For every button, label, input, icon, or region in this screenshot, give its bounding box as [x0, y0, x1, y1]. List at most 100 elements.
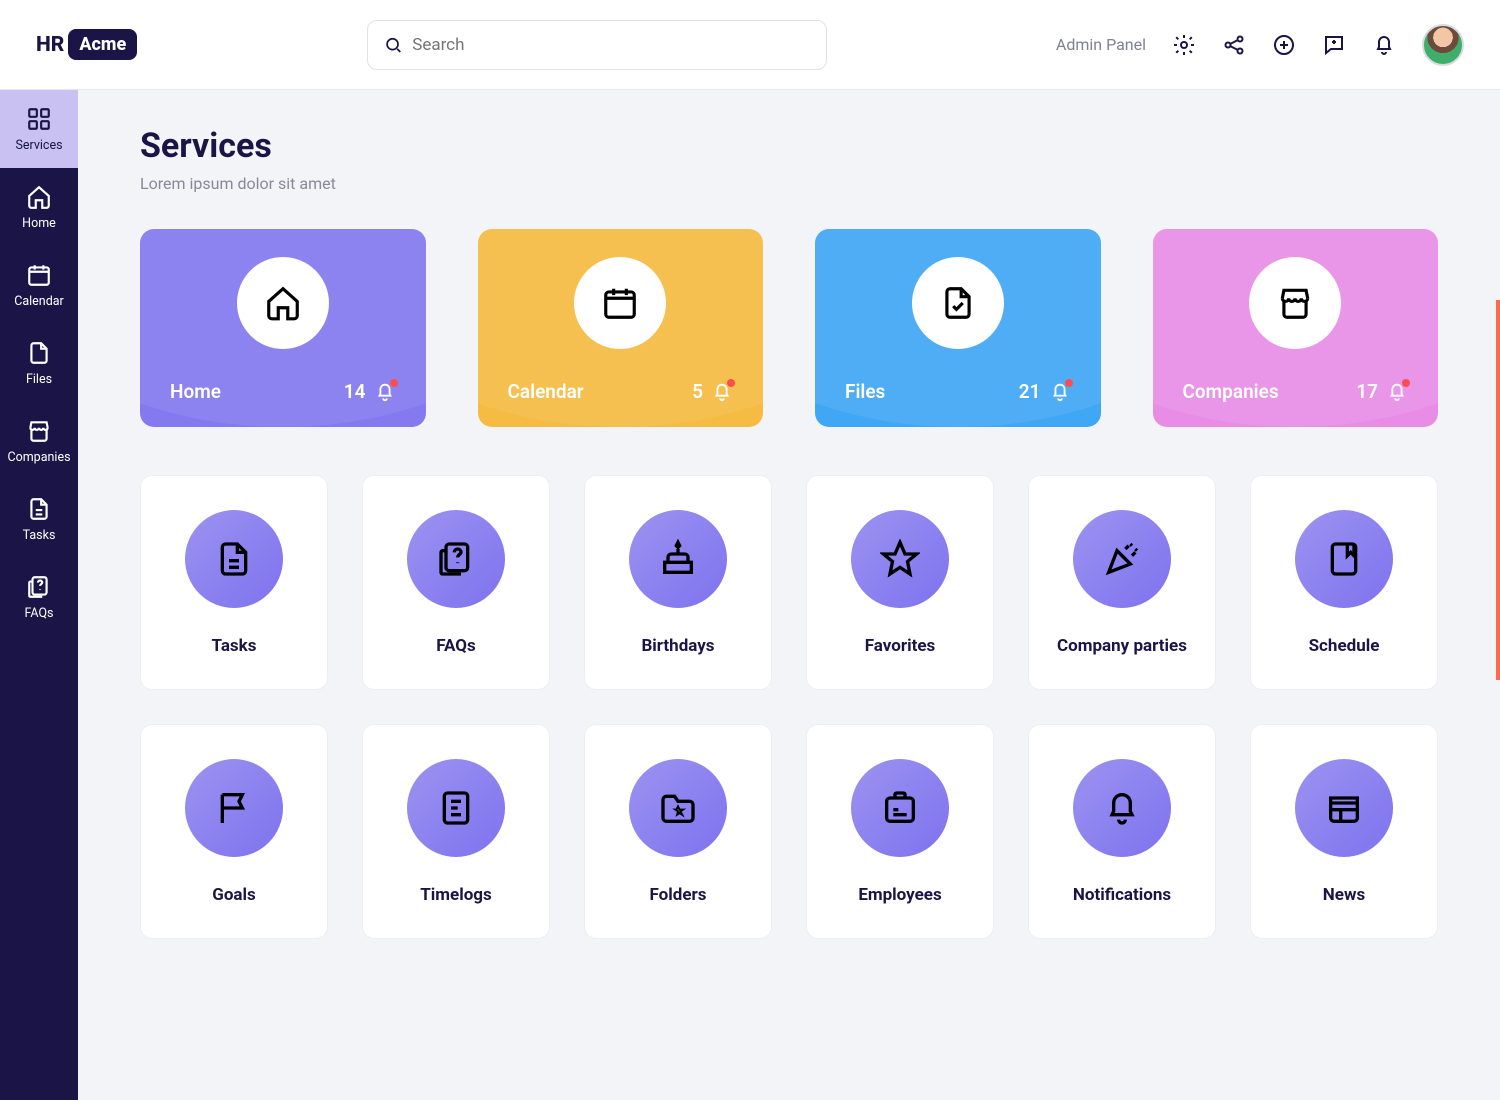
card-count: 14: [344, 380, 366, 403]
badge-icon: [880, 788, 920, 828]
faq-icon: [436, 539, 476, 579]
tile-icon-circle: [407, 510, 505, 608]
bell-icon: [1386, 381, 1408, 403]
calendar-icon: [601, 284, 639, 322]
service-tile-news[interactable]: News: [1250, 724, 1438, 939]
page-subtitle: Lorem ipsum dolor sit amet: [140, 174, 1438, 193]
card-label: Home: [170, 380, 221, 403]
avatar[interactable]: [1422, 24, 1464, 66]
cake-icon: [658, 539, 698, 579]
file-icon: [26, 340, 52, 366]
sidebar-item-calendar[interactable]: Calendar: [0, 246, 78, 324]
search-icon: [384, 35, 403, 55]
card-count: 17: [1356, 380, 1378, 403]
card-icon-circle: [237, 257, 329, 349]
timelog-icon: [436, 788, 476, 828]
home-icon: [264, 284, 302, 322]
admin-panel-link[interactable]: Admin Panel: [1056, 35, 1146, 54]
page-title: Services: [140, 126, 1438, 166]
tile-label: Timelogs: [420, 885, 491, 905]
filecheck-icon: [939, 284, 977, 322]
grid-icon: [26, 106, 52, 132]
tile-icon-circle: [1295, 759, 1393, 857]
service-tile-favorites[interactable]: Favorites: [806, 475, 994, 690]
notification-dot: [1402, 379, 1410, 387]
service-tile-tasks[interactable]: Tasks: [140, 475, 328, 690]
faq-icon: [26, 574, 52, 600]
notifications-icon[interactable]: [1372, 33, 1396, 57]
service-tile-notifications[interactable]: Notifications: [1028, 724, 1216, 939]
service-tile-folders[interactable]: Folders: [584, 724, 772, 939]
sidebar-item-companies[interactable]: Companies: [0, 402, 78, 480]
service-tile-faqs[interactable]: FAQs: [362, 475, 550, 690]
store-icon: [1276, 284, 1314, 322]
flag-icon: [214, 788, 254, 828]
bell-icon: [1049, 381, 1071, 403]
notification-dot: [727, 379, 735, 387]
card-count: 5: [692, 380, 703, 403]
card-label: Calendar: [508, 380, 584, 403]
service-tile-schedule[interactable]: Schedule: [1250, 475, 1438, 690]
star-icon: [880, 539, 920, 579]
tile-icon-circle: [1073, 759, 1171, 857]
news-icon: [1324, 788, 1364, 828]
add-icon[interactable]: [1272, 33, 1296, 57]
service-tile-company-parties[interactable]: Company parties: [1028, 475, 1216, 690]
service-card-files[interactable]: Files 21: [815, 229, 1101, 427]
tile-label: News: [1323, 885, 1365, 905]
card-icon-circle: [912, 257, 1004, 349]
logo-text-left: HR: [36, 33, 64, 57]
bell-icon: [1102, 788, 1142, 828]
service-tile-birthdays[interactable]: Birthdays: [584, 475, 772, 690]
tile-label: Notifications: [1073, 885, 1171, 905]
main: Services Lorem ipsum dolor sit amet Home…: [78, 90, 1500, 1100]
folder-icon: [658, 788, 698, 828]
tile-icon-circle: [1295, 510, 1393, 608]
party-icon: [1102, 539, 1142, 579]
service-tile-employees[interactable]: Employees: [806, 724, 994, 939]
tile-icon-circle: [851, 510, 949, 608]
share-icon[interactable]: [1222, 33, 1246, 57]
service-tile-timelogs[interactable]: Timelogs: [362, 724, 550, 939]
sidebar-item-label: Files: [26, 372, 52, 387]
scroll-indicator[interactable]: [1496, 300, 1500, 680]
notification-dot: [390, 379, 398, 387]
settings-icon[interactable]: [1172, 33, 1196, 57]
home-icon: [26, 184, 52, 210]
sidebar-item-label: Home: [22, 216, 56, 231]
card-label: Companies: [1183, 380, 1279, 403]
sidebar-item-files[interactable]: Files: [0, 324, 78, 402]
sidebar-item-label: Companies: [7, 450, 70, 465]
logo-text-right: Acme: [68, 29, 137, 60]
sidebar-item-home[interactable]: Home: [0, 168, 78, 246]
calendar-icon: [26, 262, 52, 288]
logo[interactable]: HR Acme: [36, 29, 137, 60]
comment-icon[interactable]: [1322, 33, 1346, 57]
sidebar-item-label: Services: [15, 138, 62, 153]
tile-icon-circle: [407, 759, 505, 857]
notification-dot: [1065, 379, 1073, 387]
service-card-home[interactable]: Home 14: [140, 229, 426, 427]
card-icon-circle: [574, 257, 666, 349]
header: HR Acme Admin Panel: [0, 0, 1500, 90]
bell-icon: [711, 381, 733, 403]
sidebar-item-tasks[interactable]: Tasks: [0, 480, 78, 558]
card-count: 21: [1019, 380, 1041, 403]
tile-label: Employees: [858, 885, 941, 905]
task-icon: [214, 539, 254, 579]
tile-label: Favorites: [865, 636, 936, 656]
tile-icon-circle: [185, 759, 283, 857]
search-input[interactable]: [367, 20, 827, 70]
sidebar-item-faqs[interactable]: FAQs: [0, 558, 78, 636]
tile-label: Schedule: [1309, 636, 1380, 656]
card-icon-circle: [1249, 257, 1341, 349]
service-card-calendar[interactable]: Calendar 5: [478, 229, 764, 427]
service-tile-goals[interactable]: Goals: [140, 724, 328, 939]
sidebar-item-services[interactable]: Services: [0, 90, 78, 168]
search-field[interactable]: [412, 35, 809, 55]
bell-icon: [374, 381, 396, 403]
tile-label: Birthdays: [641, 636, 714, 656]
service-card-companies[interactable]: Companies 17: [1153, 229, 1439, 427]
tile-label: Goals: [212, 885, 256, 905]
tile-icon-circle: [629, 759, 727, 857]
